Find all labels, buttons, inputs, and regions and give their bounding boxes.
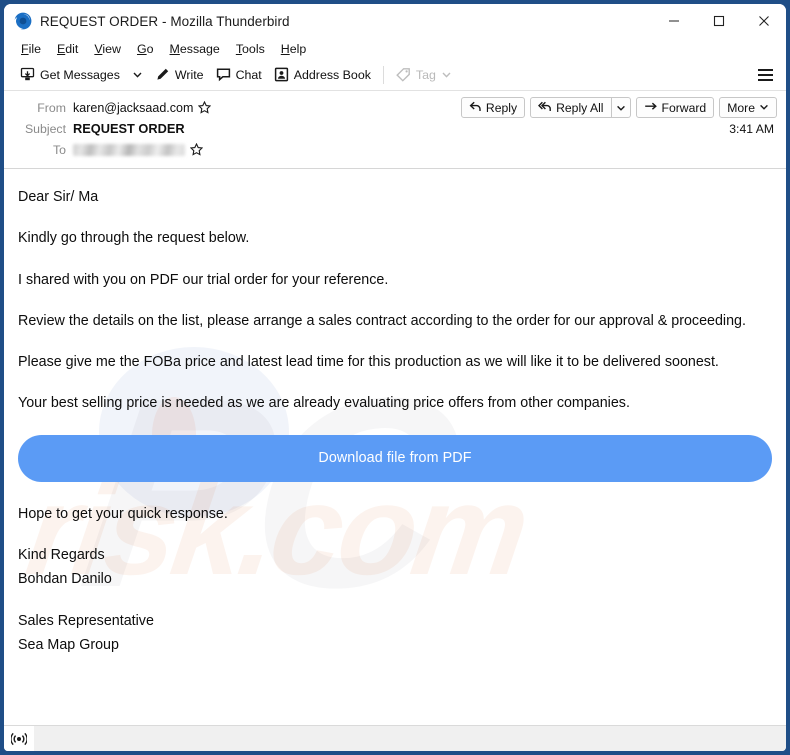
closing-text: Hope to get your quick response. <box>18 505 228 522</box>
get-messages-button[interactable]: Get Messages <box>14 65 126 84</box>
address-book-button[interactable]: Address Book <box>268 65 377 84</box>
from-address: karen@jacksaad.com <box>73 100 194 115</box>
pencil-icon <box>155 67 170 82</box>
reply-label: Reply <box>485 100 518 115</box>
thunderbird-logo-icon <box>14 12 32 30</box>
broadcast-online-icon[interactable] <box>4 726 34 751</box>
from-label: From <box>37 100 66 115</box>
minimize-icon[interactable] <box>651 4 696 38</box>
menu-bar: File Edit View Go Message Tools Help <box>4 38 786 59</box>
tag-icon <box>396 67 411 82</box>
tag-label: Tag <box>415 67 436 82</box>
tag-chevron-down-icon <box>441 69 452 80</box>
paragraph-1: Kindly go through the request below. <box>18 230 250 247</box>
more-button[interactable]: More <box>719 97 777 118</box>
status-text-area <box>34 726 786 751</box>
get-messages-label: Get Messages <box>40 67 120 82</box>
menu-item-go[interactable]: Go <box>129 42 162 56</box>
paragraph-4: Please give me the FOBa price and latest… <box>18 354 719 371</box>
reply-arrow-icon <box>469 100 482 116</box>
thunderbird-window: REQUEST ORDER - Mozilla Thunderbird File… <box>4 4 786 751</box>
get-messages-icon <box>20 67 35 82</box>
address-book-icon <box>274 67 289 82</box>
get-messages-chevron-down-icon[interactable] <box>126 67 149 82</box>
subject-row: Subject REQUEST ORDER <box>4 118 786 139</box>
paragraph-3: Review the details on the list, please a… <box>18 312 746 329</box>
title-bar: REQUEST ORDER - Mozilla Thunderbird <box>4 4 786 38</box>
subject-value: REQUEST ORDER <box>73 121 185 136</box>
main-toolbar: Get Messages Write Chat Address Book Tag <box>4 59 786 91</box>
message-header: From karen@jacksaad.com Subject REQUEST … <box>4 91 786 169</box>
status-bar <box>4 725 786 751</box>
menu-item-tools[interactable]: Tools <box>228 42 273 56</box>
download-file-button[interactable]: Download file from PDF <box>18 434 772 482</box>
sender-company: Sea Map Group <box>18 636 119 653</box>
hamburger-menu-icon[interactable] <box>754 65 776 85</box>
paragraph-5: Your best selling price is needed as we … <box>18 395 630 412</box>
menu-item-view[interactable]: View <box>86 42 129 56</box>
maximize-icon[interactable] <box>696 4 741 38</box>
message-body: PC risk.com Dear Sir/ Ma Kindly go throu… <box>4 169 786 725</box>
reply-all-chevron-down-icon[interactable] <box>611 97 631 118</box>
toolbar-separator <box>382 65 384 84</box>
chat-button[interactable]: Chat <box>210 65 268 84</box>
more-chevron-down-icon <box>759 101 769 115</box>
forward-arrow-icon <box>644 100 658 116</box>
subject-label: Subject <box>24 121 66 136</box>
chat-label: Chat <box>235 67 262 82</box>
chat-bubble-icon <box>216 67 231 82</box>
forward-button[interactable]: Forward <box>635 97 715 118</box>
window-title: REQUEST ORDER - Mozilla Thunderbird <box>40 13 290 29</box>
menu-item-file[interactable]: File <box>13 42 49 56</box>
more-label: More <box>727 100 755 115</box>
reply-all-split-button: Reply All <box>530 97 631 118</box>
close-icon[interactable] <box>741 4 786 38</box>
tag-button[interactable]: Tag <box>390 65 458 84</box>
message-content: Dear Sir/ Ma Kindly go through the reque… <box>4 169 786 655</box>
download-file-button-label: Download file from PDF <box>318 450 472 467</box>
paragraph-2: I shared with you on PDF our trial order… <box>18 271 389 288</box>
address-book-label: Address Book <box>293 67 371 82</box>
menu-item-edit[interactable]: Edit <box>49 42 86 56</box>
sender-name: Bohdan Danilo <box>18 571 112 588</box>
window-controls <box>651 4 786 38</box>
signature-block: Kind Regards Bohdan Danilo Sales Represe… <box>18 545 772 655</box>
write-label: Write <box>174 67 204 82</box>
to-value[interactable] <box>73 143 203 156</box>
to-address-redacted <box>73 143 185 156</box>
to-star-icon[interactable] <box>190 143 203 156</box>
from-star-icon[interactable] <box>198 101 212 114</box>
reply-all-arrow-icon <box>538 100 552 116</box>
write-button[interactable]: Write <box>149 65 210 84</box>
sign-off-text: Kind Regards <box>18 547 105 564</box>
message-actions: Reply Reply All Forward More <box>456 97 777 118</box>
sender-title: Sales Representative <box>18 612 154 629</box>
menu-item-message[interactable]: Message <box>162 42 228 56</box>
message-time: 3:41 AM <box>729 122 774 136</box>
to-row: To <box>4 139 786 160</box>
forward-label: Forward <box>661 100 707 115</box>
reply-all-label: Reply All <box>556 100 604 115</box>
reply-all-button[interactable]: Reply All <box>530 97 612 118</box>
reply-button[interactable]: Reply <box>460 97 526 118</box>
from-value[interactable]: karen@jacksaad.com <box>73 100 212 115</box>
to-label: To <box>53 142 66 157</box>
greeting-text: Dear Sir/ Ma <box>18 189 99 205</box>
menu-item-help[interactable]: Help <box>273 42 315 56</box>
